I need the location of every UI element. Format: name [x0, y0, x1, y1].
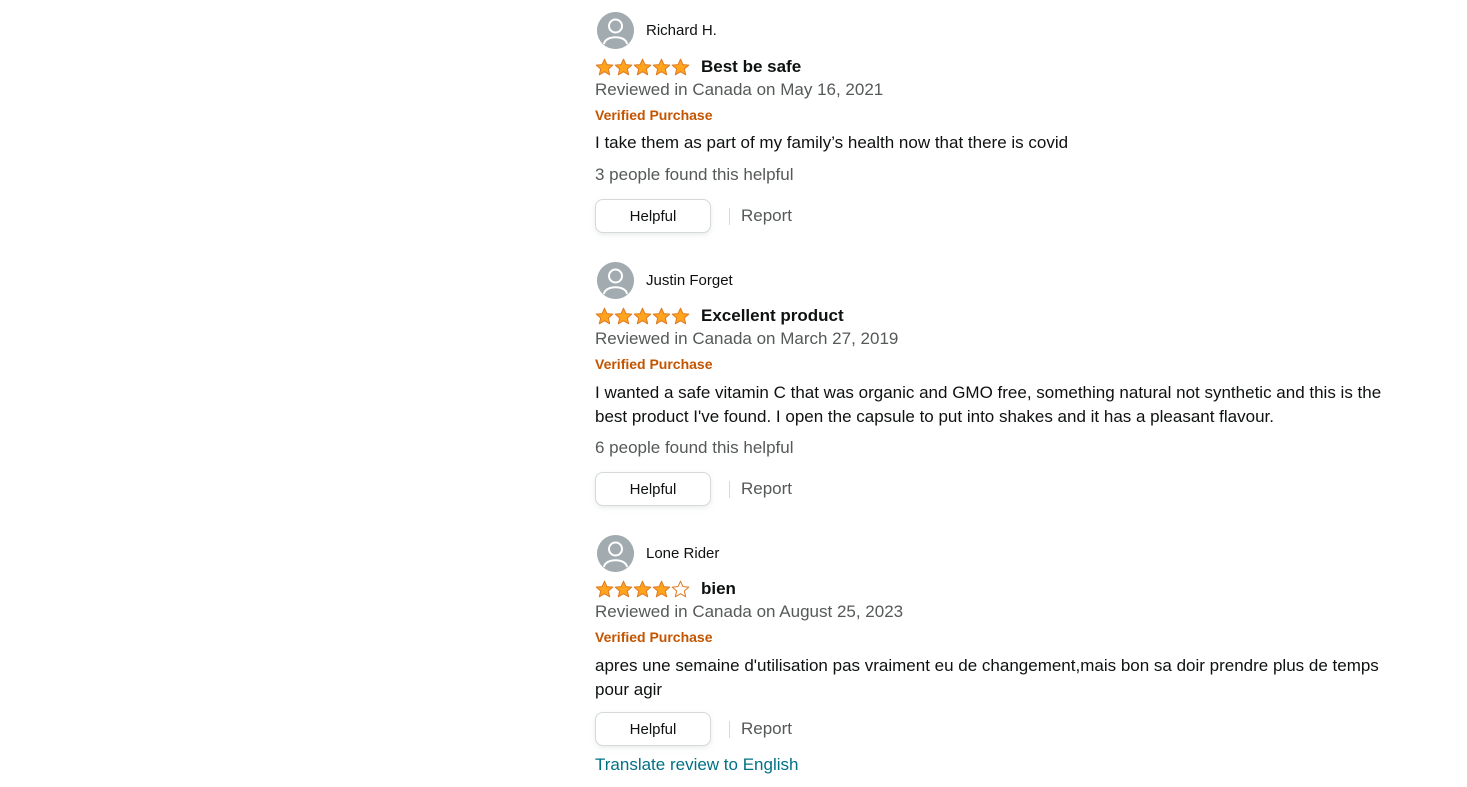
review-item: Justin Forget Excellent product Reviewed…	[595, 261, 1395, 511]
reviewer-profile[interactable]: Richard H.	[595, 11, 717, 49]
star-filled-icon	[633, 58, 652, 75]
review-actions: Helpful Report	[595, 711, 792, 747]
star-filled-icon	[652, 58, 671, 75]
star-rating[interactable]	[595, 58, 691, 77]
review-body: I wanted a safe vitamin C that was organ…	[595, 383, 1382, 426]
star-filled-icon	[671, 307, 690, 324]
review-date: Reviewed in Canada on March 27, 2019	[595, 329, 899, 348]
star-filled-icon	[614, 307, 633, 324]
star-filled-icon	[614, 580, 633, 597]
avatar-icon	[597, 261, 634, 299]
reviewer-profile[interactable]: Justin Forget	[595, 261, 733, 299]
star-filled-icon	[595, 307, 614, 324]
review-actions: Helpful Report	[595, 198, 792, 234]
helpful-count: 3 people found this helpful	[595, 165, 794, 184]
rating-line: bien	[595, 577, 736, 601]
star-rating[interactable]	[595, 307, 691, 326]
avatar-icon	[597, 534, 634, 572]
helpful-button[interactable]: Helpful	[595, 712, 711, 746]
star-filled-icon	[633, 307, 652, 324]
review-title[interactable]: bien	[701, 579, 736, 599]
helpful-button[interactable]: Helpful	[595, 472, 711, 506]
review-item: Lone Rider bien Reviewed in Canada on Au…	[595, 534, 1395, 784]
star-filled-icon	[614, 58, 633, 75]
verified-purchase-badge: Verified Purchase	[595, 356, 713, 372]
star-filled-icon	[595, 58, 614, 75]
review-item: Richard H. Best be safe Reviewed in Cana…	[595, 11, 1395, 241]
verified-purchase-badge: Verified Purchase	[595, 107, 713, 123]
star-empty-icon	[671, 580, 690, 597]
divider	[729, 720, 730, 738]
star-filled-icon	[671, 58, 690, 75]
review-actions: Helpful Report	[595, 471, 792, 507]
rating-line: Excellent product	[595, 304, 844, 328]
reviewer-profile[interactable]: Lone Rider	[595, 534, 719, 572]
divider	[729, 480, 730, 498]
star-filled-icon	[633, 580, 652, 597]
reviewer-name: Richard H.	[646, 21, 717, 39]
star-filled-icon	[652, 580, 671, 597]
rating-line: Best be safe	[595, 55, 801, 79]
report-link[interactable]: Report	[741, 206, 792, 226]
divider	[729, 207, 730, 225]
translate-review-link[interactable]: Translate review to English	[595, 755, 798, 775]
star-filled-icon	[652, 307, 671, 324]
review-date: Reviewed in Canada on August 25, 2023	[595, 602, 904, 621]
review-body: I take them as part of my family’s healt…	[595, 133, 1069, 152]
helpful-button[interactable]: Helpful	[595, 199, 711, 233]
report-link[interactable]: Report	[741, 719, 792, 739]
review-body: apres une semaine d'utilisation pas vrai…	[595, 656, 1379, 699]
verified-purchase-badge: Verified Purchase	[595, 629, 713, 645]
star-rating[interactable]	[595, 580, 691, 599]
review-date: Reviewed in Canada on May 16, 2021	[595, 80, 884, 99]
report-link[interactable]: Report	[741, 479, 792, 499]
review-title[interactable]: Excellent product	[701, 306, 844, 326]
review-title[interactable]: Best be safe	[701, 57, 801, 77]
avatar-icon	[597, 11, 634, 49]
reviewer-name: Lone Rider	[646, 544, 720, 562]
helpful-count: 6 people found this helpful	[595, 438, 794, 457]
star-filled-icon	[595, 580, 614, 597]
reviewer-name: Justin Forget	[646, 271, 733, 289]
